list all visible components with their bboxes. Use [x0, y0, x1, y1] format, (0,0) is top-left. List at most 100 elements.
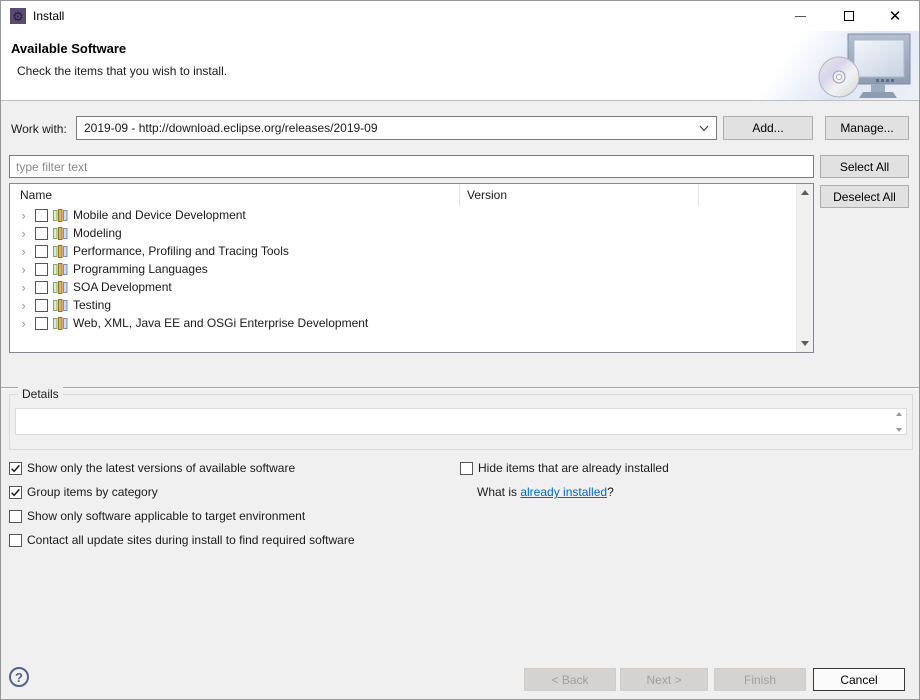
cancel-button[interactable]: Cancel — [813, 668, 905, 691]
next-button: Next > — [620, 668, 708, 691]
tree-item-label: Mobile and Device Development — [73, 208, 246, 222]
item-checkbox[interactable] — [35, 208, 48, 222]
scroll-up-button[interactable] — [797, 184, 813, 201]
checkbox-unchecked-icon[interactable] — [9, 533, 22, 547]
option-label: Group items by category — [27, 485, 158, 499]
column-header-name[interactable]: Name — [20, 188, 52, 202]
tree-item-label: Programming Languages — [73, 262, 208, 276]
checkbox-checked-icon[interactable] — [9, 485, 22, 499]
arrow-up-icon — [896, 412, 902, 416]
install-gear-icon: ⚙ — [10, 8, 26, 24]
tree-item-label: Testing — [73, 298, 112, 312]
work-with-combobox[interactable]: 2019-09 - http://download.eclipse.org/re… — [76, 116, 717, 140]
details-label: Details — [18, 387, 63, 401]
select-all-button[interactable]: Select All — [820, 155, 909, 178]
install-dialog: ⚙ Install ✕ Available Software Check the… — [0, 0, 920, 700]
item-checkbox[interactable] — [35, 280, 48, 294]
checkbox-checked-icon[interactable] — [9, 461, 22, 475]
filter-input[interactable] — [9, 155, 814, 178]
item-checkbox[interactable] — [35, 298, 48, 312]
manage-button[interactable]: Manage... — [825, 116, 909, 140]
expand-chevron-icon[interactable]: › — [16, 227, 31, 240]
tree-item-label: Modeling — [73, 226, 122, 240]
option-row[interactable]: Hide items that are already installed — [460, 460, 669, 476]
tree-row[interactable]: › Performance, Profiling and Tracing Tool… — [10, 242, 796, 260]
close-icon: ✕ — [888, 7, 902, 25]
item-checkbox[interactable] — [35, 226, 48, 240]
column-divider[interactable] — [459, 184, 460, 206]
category-icon — [53, 280, 68, 294]
tree-row[interactable]: › Testing — [10, 296, 796, 314]
option-row[interactable]: Contact all update sites during install … — [9, 532, 355, 548]
tree-row[interactable]: › SOA Development — [10, 278, 796, 296]
option-row[interactable]: Show only software applicable to target … — [9, 508, 355, 524]
category-icon — [53, 316, 68, 330]
work-with-label: Work with: — [11, 122, 67, 136]
tree-row[interactable]: › Web, XML, Java EE and OSGi Enterprise D… — [10, 314, 796, 332]
question-suffix: ? — [607, 485, 614, 499]
tree-row[interactable]: › Mobile and Device Development — [10, 206, 796, 224]
tree-item-label: Performance, Profiling and Tracing Tools — [73, 244, 289, 258]
chevron-down-icon — [699, 125, 709, 132]
options-right: Hide items that are already installed — [460, 460, 669, 484]
checkbox-unchecked-icon[interactable] — [460, 461, 473, 475]
item-checkbox[interactable] — [35, 244, 48, 258]
tree-item-label: SOA Development — [73, 280, 172, 294]
option-row[interactable]: Show only the latest versions of availab… — [9, 460, 355, 476]
expand-chevron-icon[interactable]: › — [16, 245, 31, 258]
finish-button: Finish — [714, 668, 806, 691]
titlebar: ⚙ Install ✕ — [1, 1, 919, 31]
option-label: Show only the latest versions of availab… — [27, 461, 296, 475]
table-header: Name Version — [10, 184, 796, 206]
tree-row[interactable]: › Modeling — [10, 224, 796, 242]
expand-chevron-icon[interactable]: › — [16, 299, 31, 312]
question-prefix: What is — [477, 485, 521, 499]
options-left: Show only the latest versions of availab… — [9, 460, 355, 556]
details-group: Details — [9, 387, 913, 450]
installed-question: What is already installed? — [477, 485, 614, 499]
category-icon — [53, 262, 68, 276]
add-button[interactable]: Add... — [723, 116, 813, 140]
minimize-button[interactable] — [780, 1, 820, 31]
category-icon — [53, 298, 68, 312]
category-icon — [53, 208, 68, 222]
back-button: < Back — [524, 668, 616, 691]
item-checkbox[interactable] — [35, 316, 48, 330]
tree-rows: › Mobile and Device Development › Modeling ›… — [10, 206, 796, 352]
item-checkbox[interactable] — [35, 262, 48, 276]
close-button[interactable]: ✕ — [875, 1, 915, 31]
footer: ? < Back Next > Finish Cancel — [1, 655, 919, 699]
already-installed-link[interactable]: already installed — [520, 485, 607, 499]
tree-item-label: Web, XML, Java EE and OSGi Enterprise De… — [73, 316, 369, 330]
vertical-scrollbar[interactable] — [796, 184, 813, 352]
column-header-version[interactable]: Version — [467, 188, 507, 202]
tree-row[interactable]: › Programming Languages — [10, 260, 796, 278]
expand-chevron-icon[interactable]: › — [16, 317, 31, 330]
details-text-area[interactable] — [15, 408, 907, 435]
page-title: Available Software — [11, 41, 127, 56]
option-label: Hide items that are already installed — [478, 461, 669, 475]
scroll-down-button[interactable] — [797, 335, 813, 352]
expand-chevron-icon[interactable]: › — [16, 209, 31, 222]
option-label: Show only software applicable to target … — [27, 509, 306, 523]
expand-chevron-icon[interactable]: › — [16, 281, 31, 294]
separator — [1, 387, 919, 389]
minimize-icon — [794, 15, 806, 17]
column-divider[interactable] — [698, 184, 699, 206]
deselect-all-button[interactable]: Deselect All — [820, 185, 909, 208]
category-icon — [53, 226, 68, 240]
details-scroll-arrows[interactable] — [894, 412, 904, 432]
expand-chevron-icon[interactable]: › — [16, 263, 31, 276]
option-label: Contact all update sites during install … — [27, 533, 355, 547]
work-with-value: 2019-09 - http://download.eclipse.org/re… — [84, 121, 378, 135]
option-row[interactable]: Group items by category — [9, 484, 355, 500]
maximize-button[interactable] — [829, 1, 869, 31]
monitor-disc-image — [818, 33, 911, 98]
help-button[interactable]: ? — [9, 667, 29, 687]
category-icon — [53, 244, 68, 258]
help-icon: ? — [15, 669, 23, 685]
window-title: Install — [33, 9, 65, 23]
arrow-up-icon — [801, 190, 809, 195]
arrow-down-icon — [896, 428, 902, 432]
checkbox-unchecked-icon[interactable] — [9, 509, 22, 523]
